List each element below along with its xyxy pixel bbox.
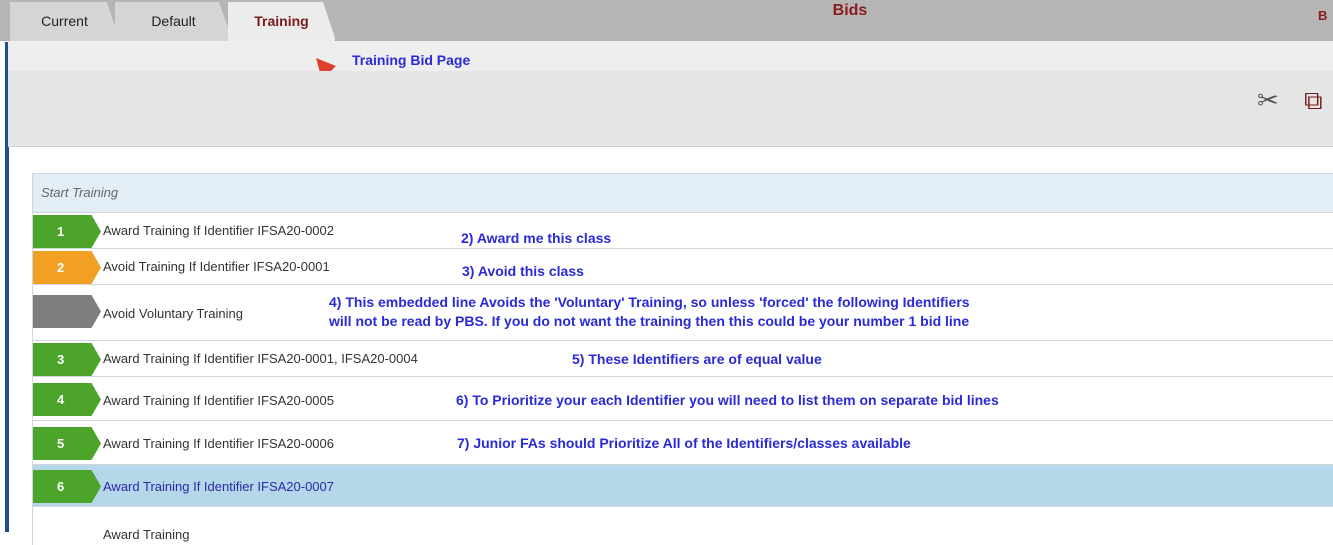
copy-icon[interactable]: ⧉ xyxy=(1304,85,1323,117)
tab-current[interactable]: Current xyxy=(10,2,120,41)
bid-line-row[interactable]: Avoid Voluntary Training 4) This embedde… xyxy=(33,285,1333,341)
section-header: Start Training xyxy=(33,173,1333,213)
bid-line-text: Award Training If Identifier IFSA20-0006 xyxy=(103,436,334,451)
left-edge xyxy=(0,0,9,545)
tab-training[interactable]: Training xyxy=(228,2,336,41)
bid-lines-panel: Start Training 1 Award Training If Ident… xyxy=(32,173,1333,545)
truncated-header-text: B xyxy=(1318,8,1328,23)
bid-line-text: Award Training If Identifier IFSA20-0007 xyxy=(103,479,334,494)
page-title: Bids xyxy=(832,2,868,19)
annotation-note: 6) To Prioritize your each Identifier yo… xyxy=(456,392,999,408)
tab-default[interactable]: Default xyxy=(115,2,233,41)
bid-line-row[interactable]: 2 Avoid Training If Identifier IFSA20-00… xyxy=(33,249,1333,285)
embedded-line-badge xyxy=(33,295,101,328)
bid-line-text: Avoid Voluntary Training xyxy=(103,306,243,321)
bid-line-number-badge: 4 xyxy=(33,383,101,416)
bid-line-text: Award Training If Identifier IFSA20-0001… xyxy=(103,351,418,366)
toolbar xyxy=(8,71,1333,147)
annotation-note-line-1: 4) This embedded line Avoids the 'Volunt… xyxy=(329,294,970,310)
bid-line-row[interactable]: 3 Award Training If Identifier IFSA20-00… xyxy=(33,341,1333,377)
bid-line-number-badge: 5 xyxy=(33,427,101,460)
bid-line-row[interactable]: 1 Award Training If Identifier IFSA20-00… xyxy=(33,213,1333,249)
bid-line-row[interactable]: Award Training xyxy=(33,507,1333,545)
bid-line-row[interactable]: 5 Award Training If Identifier IFSA20-00… xyxy=(33,421,1333,465)
annotation-note: 5) These Identifiers are of equal value xyxy=(572,351,822,367)
section-label: Start Training xyxy=(41,185,119,200)
bid-line-text: Award Training If Identifier IFSA20-0002 xyxy=(103,223,334,238)
bid-line-number-badge: 1 xyxy=(33,215,101,248)
annotation-note-line-2: will not be read by PBS. If you do not w… xyxy=(329,313,970,329)
bid-line-text: Award Training If Identifier IFSA20-0005 xyxy=(103,393,334,408)
annotation-note: 3) Avoid this class xyxy=(462,263,584,279)
sub-bar xyxy=(8,41,1333,71)
bid-line-row[interactable]: 4 Award Training If Identifier IFSA20-00… xyxy=(33,377,1333,421)
scissors-icon[interactable]: ✂ xyxy=(1257,85,1279,116)
bid-line-text: Avoid Training If Identifier IFSA20-0001 xyxy=(103,259,330,274)
annotation-note: 7) Junior FAs should Prioritize All of t… xyxy=(457,435,911,451)
bid-line-text: Award Training xyxy=(103,527,190,542)
bid-line-number-badge: 6 xyxy=(33,470,101,503)
bid-line-number-badge: 2 xyxy=(33,251,101,284)
bid-line-row-selected[interactable]: 6 Award Training If Identifier IFSA20-00… xyxy=(33,465,1333,507)
bid-line-number-badge: 3 xyxy=(33,343,101,376)
top-bar: Current Default Training Bids B xyxy=(0,0,1333,41)
annotation-note: 2) Award me this class xyxy=(461,230,612,246)
